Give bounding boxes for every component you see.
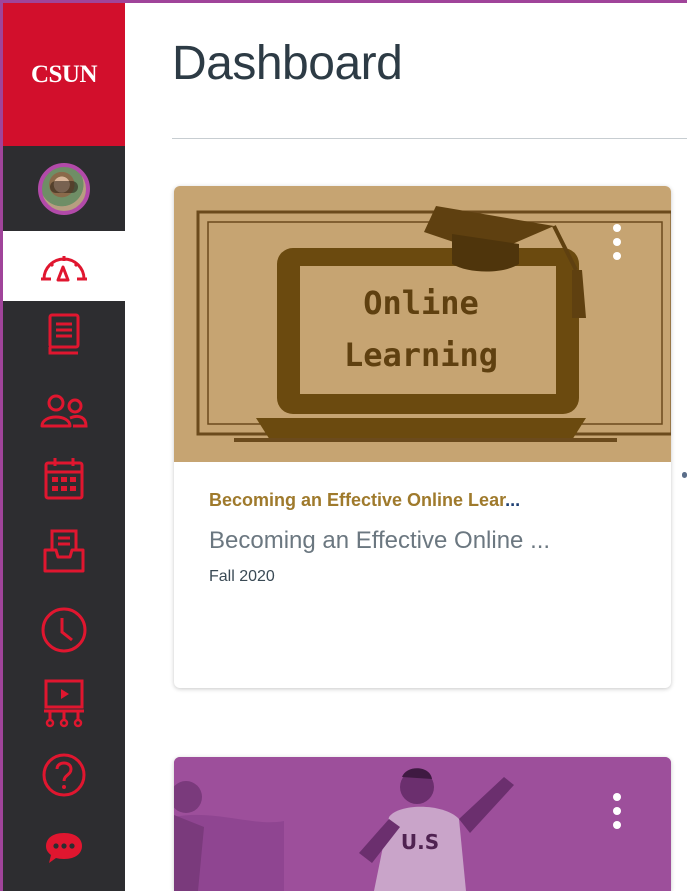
runner-photo-image: U.S (174, 757, 671, 891)
course-code-link[interactable]: Becoming an Effective Online Lear... (209, 490, 639, 511)
presentation-icon (44, 679, 84, 728)
course-term: Fall 2020 (209, 568, 275, 585)
nav-courses[interactable] (3, 305, 125, 363)
course-card-hero[interactable]: U.S (174, 757, 671, 891)
hero-text-line2: Learning (344, 336, 498, 374)
user-avatar (38, 163, 90, 215)
brand-logo[interactable]: CSUN (3, 3, 125, 146)
people-icon (40, 394, 88, 428)
card-options-button[interactable] (613, 224, 621, 260)
nav-groups[interactable] (3, 383, 125, 439)
nav-account[interactable] (3, 153, 125, 225)
nav-chat[interactable] (3, 821, 125, 875)
course-card-hero[interactable]: Online Learning (174, 186, 671, 462)
nav-history[interactable] (3, 599, 125, 661)
nav-help[interactable] (3, 749, 125, 801)
calendar-icon (44, 458, 84, 500)
nav-inbox[interactable] (3, 521, 125, 581)
jersey-text: U.S (401, 830, 439, 854)
offscreen-card-indicator (682, 472, 687, 478)
global-navigation: CSUN (3, 3, 125, 891)
speedometer-icon (41, 256, 87, 282)
card-options-button[interactable] (613, 793, 621, 829)
course-card[interactable]: Online Learning Becoming an Effective On… (174, 186, 671, 688)
clock-icon (41, 607, 87, 653)
chat-bubble-icon (46, 833, 82, 863)
hero-text-line1: Online (363, 284, 479, 322)
online-learning-image: Online Learning (196, 206, 671, 442)
course-code-text: Becoming an Effective Online Lear (209, 490, 506, 510)
help-icon (42, 753, 86, 797)
brand-label: CSUN (30, 60, 98, 88)
inbox-icon (43, 529, 85, 573)
book-icon (48, 313, 80, 355)
nav-dashboard[interactable] (3, 231, 125, 301)
header-divider (172, 138, 687, 139)
nav-studio[interactable] (3, 673, 125, 735)
course-card[interactable]: U.S (174, 757, 671, 891)
course-code-ellipsis: ... (505, 490, 521, 510)
course-name: Becoming an Effective Online ... (209, 527, 551, 554)
nav-calendar[interactable] (3, 451, 125, 507)
page-title: Dashboard (172, 37, 403, 90)
